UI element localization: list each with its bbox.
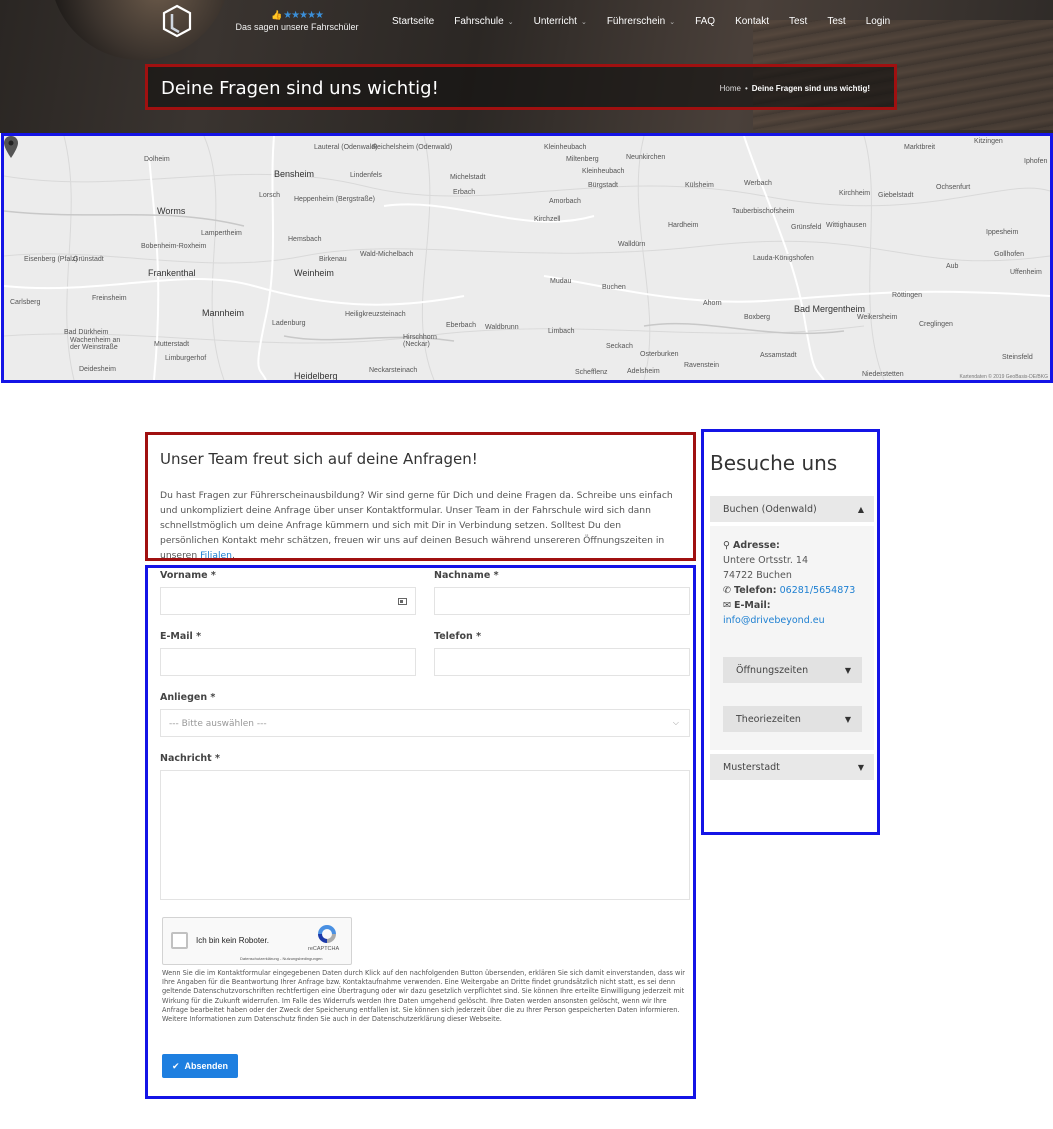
submit-label: Absenden — [184, 1061, 229, 1071]
logo-icon[interactable] — [162, 4, 192, 38]
header-background-image — [50, 0, 230, 60]
chevron-down-icon: ⌄ — [580, 18, 587, 26]
map-attribution[interactable]: Kartendaten © 2019 GeoBasis-DE/BKG — [960, 374, 1048, 380]
map-pin-icon[interactable] — [4, 136, 18, 158]
location-map[interactable]: Lauteral (Odenwald) Reichelsheim (Odenwa… — [1, 133, 1053, 383]
phone-input[interactable] — [434, 648, 690, 676]
nav-item-unterricht[interactable]: Unterricht ⌄ — [524, 13, 597, 30]
message-textarea[interactable] — [160, 770, 690, 900]
phone-icon: ✆ — [723, 585, 731, 596]
message-label: Nachricht * — [160, 753, 220, 764]
nav-item-fahrschule[interactable]: Fahrschule ⌄ — [444, 13, 523, 30]
contact-intro: Unser Team freut sich auf deine Anfragen… — [145, 432, 696, 561]
page-title: Deine Fragen sind uns wichtig! — [161, 78, 439, 99]
recaptcha-checkbox[interactable] — [171, 932, 188, 949]
recaptcha-label: Ich bin kein Roboter. — [196, 936, 269, 945]
recaptcha-widget: Ich bin kein Roboter. reCAPTCHA Datensch… — [162, 917, 352, 965]
thumbs-up-icon: 👍 — [270, 10, 282, 20]
caret-down-icon: ▼ — [857, 763, 864, 772]
chevron-down-icon: ⌵ — [672, 718, 679, 727]
firstname-input[interactable] — [160, 587, 416, 615]
subject-placeholder: --- Bitte auswählen --- — [169, 719, 267, 729]
accordion-musterstadt[interactable]: Musterstadt ▼ — [710, 754, 874, 780]
subject-label: Anliegen * — [160, 692, 216, 703]
rating-stars: ★★★★★ — [283, 10, 324, 21]
recaptcha-links[interactable]: Datenschutzerklärung - Nutzungsbedingung… — [240, 956, 323, 961]
branches-link[interactable]: Filialen — [200, 550, 232, 561]
subject-select[interactable]: --- Bitte auswählen --- ⌵ — [160, 709, 690, 737]
intro-title: Unser Team freut sich auf deine Anfragen… — [160, 450, 478, 468]
visit-us-sidebar: Besuche uns Buchen (Odenwald) ▲ ⚲ Adress… — [701, 429, 880, 835]
sidebar-title: Besuche uns — [710, 451, 838, 475]
envelope-icon: ✉ — [723, 600, 731, 611]
lastname-input[interactable] — [434, 587, 690, 615]
nav-item-kontakt[interactable]: Kontakt — [725, 13, 779, 30]
breadcrumb-separator: • — [744, 84, 748, 93]
map-marker-icon: ⚲ — [723, 540, 730, 551]
privacy-disclaimer: Wenn Sie die im Kontaktformular eingegeb… — [162, 969, 685, 1024]
main-nav: Startseite Fahrschule ⌄ Unterricht ⌄ Führe… — [382, 13, 900, 30]
branch-address: ⚲ Adresse: Untere Ortsstr. 14 74722 Buch… — [723, 540, 856, 626]
nav-item-startseite[interactable]: Startseite — [382, 13, 444, 30]
recaptcha-logo-icon — [318, 925, 336, 943]
breadcrumb: Home • Deine Fragen sind uns wichtig! — [720, 84, 870, 93]
page-title-bar: Deine Fragen sind uns wichtig! Home • Dein… — [145, 64, 897, 110]
caret-down-icon: ▼ — [844, 715, 851, 724]
intro-text: Du hast Fragen zur Führerscheinausbildun… — [160, 490, 673, 561]
accordion-buchen-content: ⚲ Adresse: Untere Ortsstr. 14 74722 Buch… — [710, 526, 874, 750]
breadcrumb-home-link[interactable]: Home — [720, 84, 741, 93]
accordion-theory-times[interactable]: Theoriezeiten ▼ — [723, 706, 862, 732]
site-header: 👍 ★★★★★ Das sagen unsere Fahrschüler Star… — [0, 0, 1053, 133]
email-link[interactable]: info@drivebeyond.eu — [723, 615, 825, 626]
accordion-opening-hours[interactable]: Öffnungszeiten ▼ — [723, 657, 862, 683]
email-input[interactable] — [160, 648, 416, 676]
nav-item-fuehrerschein[interactable]: Führerschein ⌄ — [597, 13, 685, 30]
rating-widget[interactable]: 👍 ★★★★★ Das sagen unsere Fahrschüler — [232, 10, 362, 32]
chevron-down-icon: ⌄ — [669, 18, 676, 26]
email-label: E-Mail * — [160, 631, 202, 642]
phone-label: Telefon * — [434, 631, 482, 642]
rating-text: Das sagen unsere Fahrschüler — [235, 22, 359, 32]
check-icon: ✔ — [171, 1060, 180, 1071]
accordion-buchen[interactable]: Buchen (Odenwald) ▲ — [710, 496, 874, 522]
chevron-down-icon: ⌄ — [507, 18, 514, 26]
lastname-label: Nachname * — [434, 570, 499, 581]
nav-item-test-2[interactable]: Test — [817, 13, 855, 30]
phone-link[interactable]: 06281/5654873 — [780, 585, 856, 596]
caret-down-icon: ▼ — [844, 666, 851, 675]
nav-item-test[interactable]: Test — [779, 13, 817, 30]
firstname-label: Vorname * — [160, 570, 216, 581]
recaptcha-brand: reCAPTCHA — [308, 946, 340, 952]
nav-item-login[interactable]: Login — [856, 13, 900, 30]
contact-form: Vorname * Nachname * E-Mail * Telefon * … — [145, 565, 696, 1099]
nav-item-faq[interactable]: FAQ — [685, 13, 725, 30]
breadcrumb-current: Deine Fragen sind uns wichtig! — [751, 84, 870, 93]
submit-button[interactable]: ✔ Absenden — [162, 1054, 238, 1078]
contact-card-icon — [398, 598, 407, 605]
caret-up-icon: ▲ — [857, 505, 864, 514]
